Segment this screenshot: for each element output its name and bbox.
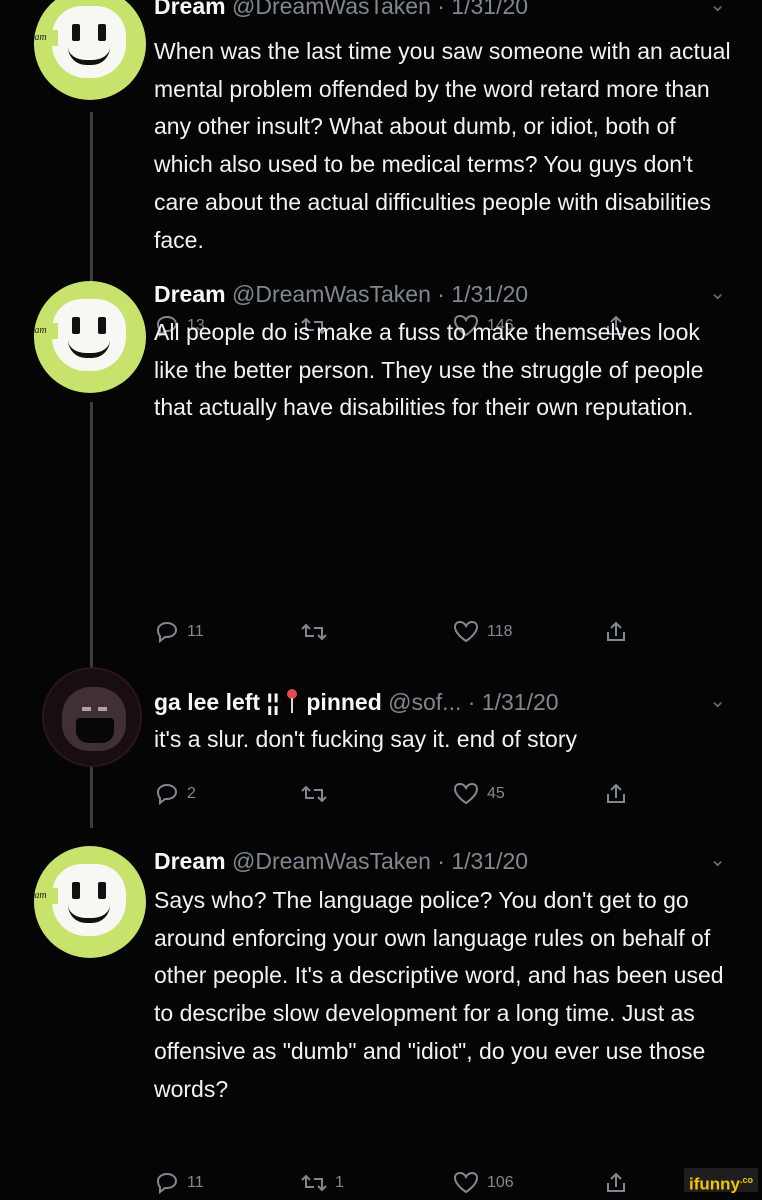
share-icon — [607, 1172, 625, 1192]
tweet-text: All people do is make a fuss to make the… — [154, 319, 704, 421]
watermark-brand: ifunny — [688, 1174, 740, 1194]
tweet-header: ga lee left ¦¦ pinned @sof... · 1/31/20 ⌄ — [154, 684, 734, 720]
reply-count: 11 — [187, 623, 204, 640]
reply-icon — [156, 1172, 178, 1195]
username[interactable]: @DreamWasTaken — [232, 848, 431, 874]
retweet-icon — [301, 1174, 327, 1192]
dream-avatar-label: dream — [34, 323, 58, 339]
thread-line — [90, 402, 93, 679]
watermark-suffix: .co — [739, 1175, 753, 1185]
tweet-date[interactable]: · 1/31/20 — [437, 0, 528, 19]
share-button[interactable] — [604, 777, 654, 811]
username[interactable]: @sof... — [388, 689, 461, 715]
tweet-actions: 11 1 106 — [154, 1166, 674, 1200]
dream-face — [52, 299, 126, 371]
dream-face — [52, 864, 126, 936]
retweet-icon — [301, 785, 327, 803]
reply-button[interactable]: 2 — [154, 777, 300, 811]
avatar-eye — [98, 317, 106, 334]
tweet-text: Says who? The language police? You don't… — [154, 887, 724, 1102]
avatar-smile — [68, 905, 110, 923]
tweet-actions: 2 45 — [154, 777, 674, 811]
tweet-text: it's a slur. don't fucking say it. end o… — [154, 726, 577, 752]
like-count: 106 — [487, 1174, 514, 1191]
avatar-eye — [72, 24, 80, 41]
display-name[interactable]: Dream — [154, 0, 226, 19]
like-button[interactable]: 106 — [452, 1166, 604, 1200]
display-name[interactable]: ga lee left ¦¦ pinned — [154, 689, 382, 715]
tweet-header: Dream @DreamWasTaken · 1/31/20 ⌄ — [154, 276, 734, 312]
pin-icon — [285, 689, 299, 715]
avatar-eye — [82, 707, 91, 711]
avatar-eye — [72, 882, 80, 899]
tweet-text: When was the last time you saw someone w… — [154, 38, 731, 253]
retweet-button[interactable] — [300, 777, 452, 811]
tweet-date[interactable]: · 1/31/20 — [468, 689, 559, 715]
display-name[interactable]: Dream — [154, 848, 226, 874]
masked-face — [62, 687, 126, 751]
heart-icon — [453, 620, 479, 643]
like-count: 118 — [487, 623, 513, 640]
like-button[interactable]: 118 — [452, 615, 604, 649]
avatar-smile — [68, 47, 110, 65]
ifunny-watermark: ifunny.co — [683, 1168, 758, 1194]
tweet-actions: 11 118 — [154, 615, 674, 649]
thread-line — [90, 764, 93, 828]
share-icon — [607, 783, 625, 803]
exclamation-symbols: ¦¦ — [266, 689, 280, 715]
reply-icon — [156, 783, 178, 806]
reply-button[interactable]: 11 — [154, 1166, 300, 1200]
chevron-down-icon[interactable]: ⌄ — [709, 275, 726, 311]
dream-avatar[interactable]: dream — [34, 281, 146, 393]
username[interactable]: @DreamWasTaken — [232, 0, 431, 19]
avatar-eye — [98, 707, 107, 711]
tweet-date[interactable]: · 1/31/20 — [437, 281, 528, 307]
user-avatar[interactable] — [42, 667, 142, 767]
display-name[interactable]: Dream — [154, 281, 226, 307]
reply-count: 2 — [187, 785, 196, 802]
avatar-eye — [98, 882, 106, 899]
avatar-eye — [98, 24, 106, 41]
retweet-count: 1 — [335, 1174, 344, 1191]
dream-avatar[interactable]: dream — [34, 0, 146, 100]
like-button[interactable]: 45 — [452, 777, 604, 811]
share-icon — [607, 621, 625, 641]
dream-avatar[interactable]: dream — [34, 846, 146, 958]
chevron-down-icon[interactable]: ⌄ — [709, 683, 726, 719]
avatar-smile — [68, 340, 110, 358]
chevron-down-icon[interactable]: ⌄ — [709, 842, 726, 878]
username[interactable]: @DreamWasTaken — [232, 281, 431, 307]
tweet-header: Dream @DreamWasTaken · 1/31/20 ⌄ — [154, 843, 734, 879]
reply-button[interactable]: 11 — [154, 615, 300, 649]
retweet-icon — [301, 623, 327, 641]
dream-avatar-label: dream — [34, 888, 58, 904]
dream-avatar-label: dream — [34, 30, 58, 46]
tweet-date[interactable]: · 1/31/20 — [437, 848, 528, 874]
tweet-header: Dream @DreamWasTaken · 1/31/20 ⌄ — [154, 0, 734, 24]
heart-icon — [453, 782, 479, 805]
chevron-down-icon[interactable]: ⌄ — [709, 0, 726, 23]
share-button[interactable] — [604, 615, 654, 649]
reply-icon — [156, 621, 178, 644]
share-button[interactable] — [604, 1166, 654, 1200]
thread-line — [90, 112, 93, 282]
face-mask — [76, 718, 114, 743]
like-count: 45 — [487, 785, 505, 802]
retweet-button[interactable]: 1 — [300, 1166, 452, 1200]
reply-count: 11 — [187, 1174, 204, 1191]
avatar-eye — [72, 317, 80, 334]
dream-face — [52, 6, 126, 78]
retweet-button[interactable] — [300, 615, 452, 649]
heart-icon — [453, 1171, 479, 1194]
